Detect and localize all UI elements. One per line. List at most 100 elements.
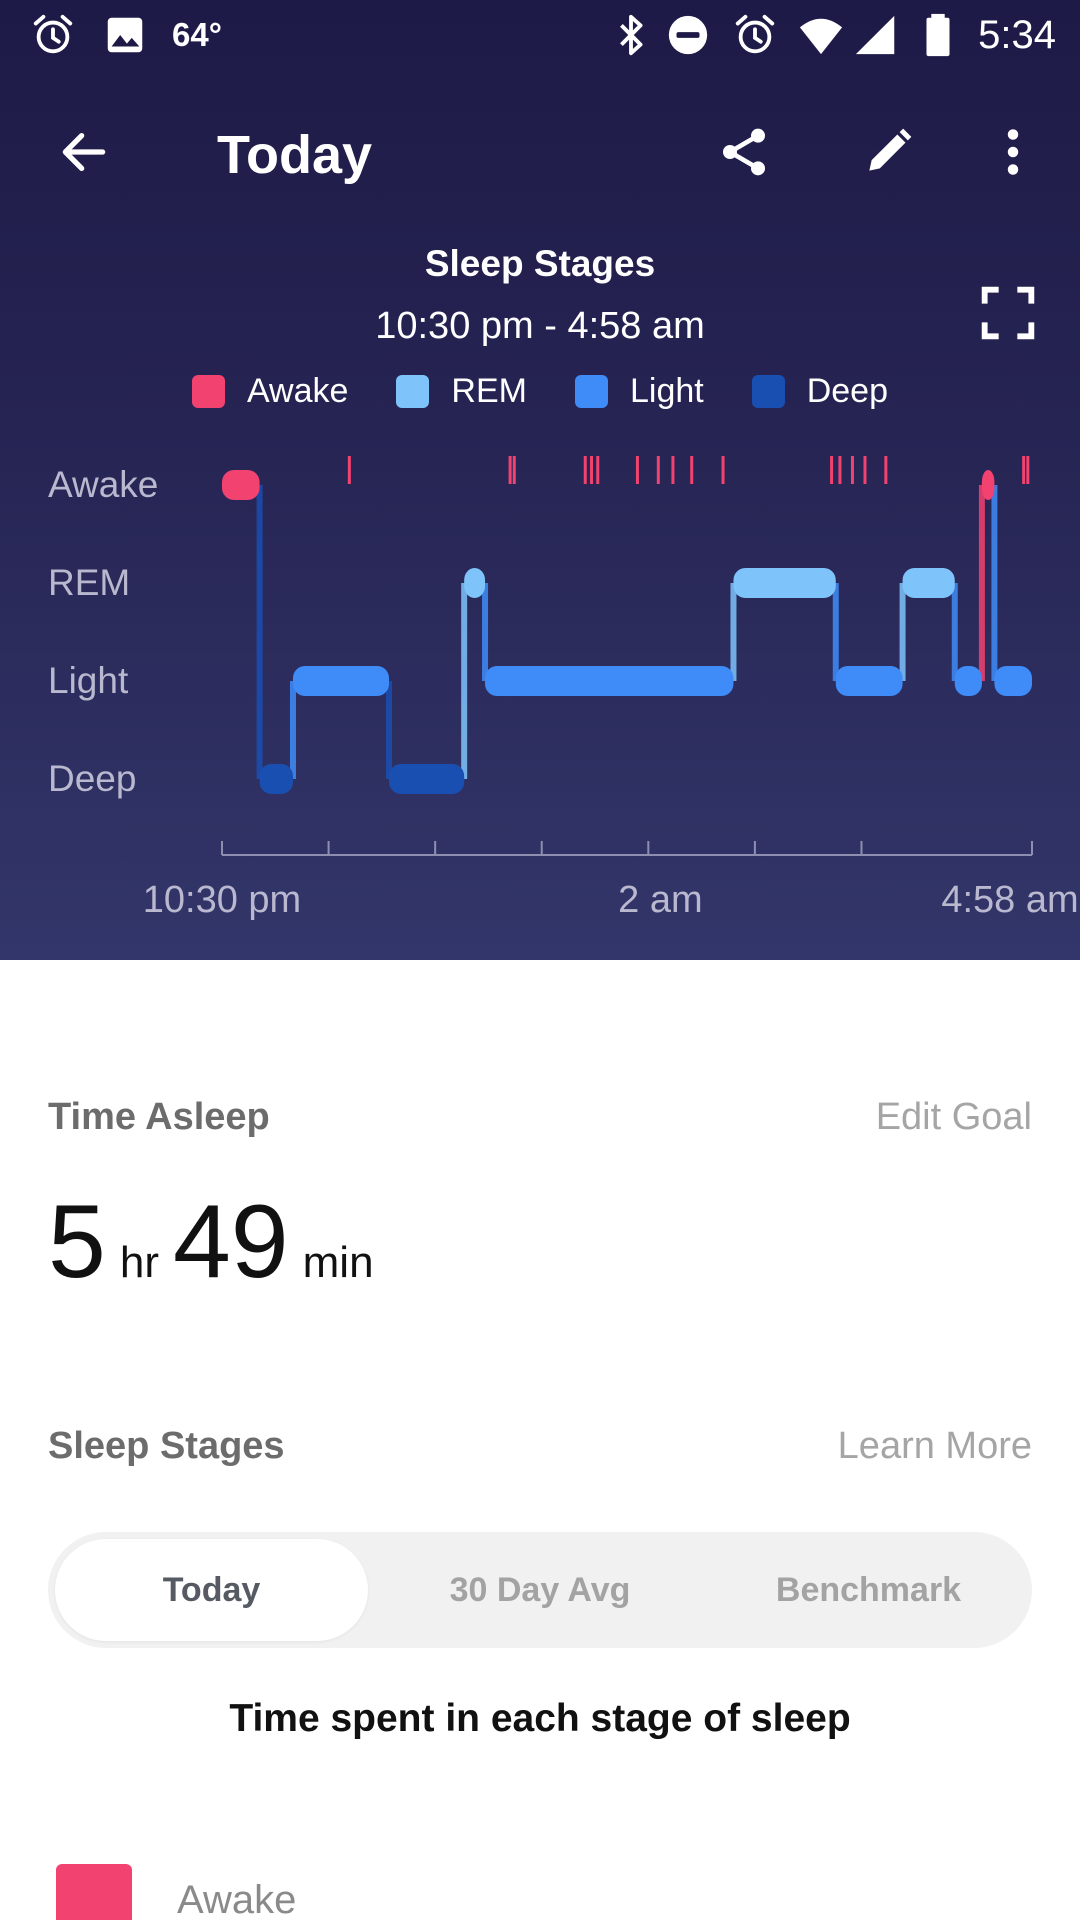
stage-view-tabs: Today 30 Day Avg Benchmark	[48, 1532, 1032, 1648]
legend-label: Deep	[806, 372, 888, 410]
stage-transition	[899, 583, 906, 681]
brief-awakening-mark	[635, 456, 639, 484]
stages-caption: Time spent in each stage of sleep	[229, 1697, 851, 1740]
legend-label: REM	[451, 372, 527, 410]
brief-awakening-mark	[347, 456, 351, 484]
do-not-disturb-icon	[665, 12, 711, 58]
stage-segment-light	[835, 666, 903, 696]
stage-segment-light	[485, 666, 734, 696]
x-tick-label: 2 am	[618, 879, 702, 921]
share-button[interactable]	[706, 114, 782, 190]
share-icon	[723, 128, 765, 176]
legend-item-rem: REM	[396, 372, 527, 411]
image-icon	[102, 12, 148, 58]
back-arrow-icon	[62, 133, 106, 171]
stage-transition	[978, 485, 985, 681]
fullscreen-icon	[981, 286, 1035, 340]
stage-swatch-awake	[56, 1864, 132, 1920]
x-tick-label: 4:58 am	[941, 879, 1078, 921]
stage-segment-deep	[259, 764, 293, 794]
cell-signal-icon	[854, 12, 900, 58]
fullscreen-button[interactable]	[980, 285, 1036, 341]
brief-awakening-mark	[830, 456, 834, 484]
chart-title: Sleep Stages	[424, 243, 656, 284]
legend-item-light: Light	[574, 372, 704, 411]
time-asleep-value: 5 hr 49 min	[48, 1190, 388, 1300]
brief-awakening-mark	[596, 456, 600, 484]
app-bar: Today	[0, 110, 1080, 200]
stage-transition	[461, 583, 468, 779]
brief-awakening-mark	[721, 456, 725, 484]
hours-unit: hr	[119, 1238, 159, 1287]
brief-awakening-mark	[1026, 456, 1030, 484]
tab-today[interactable]: Today	[55, 1539, 368, 1641]
brief-awakening-mark	[512, 456, 516, 484]
legend-label: Light	[629, 372, 704, 410]
stage-segment-light	[292, 666, 390, 696]
alarm-icon	[732, 12, 778, 58]
more-options-button[interactable]	[975, 114, 1051, 190]
page-title: Today	[217, 125, 373, 185]
edit-button[interactable]	[850, 114, 926, 190]
brief-awakening-mark	[884, 456, 888, 484]
minutes-value: 49	[172, 1184, 289, 1300]
stage-transition	[730, 583, 737, 681]
alarm-icon	[30, 12, 76, 58]
legend-item-awake: Awake	[191, 372, 349, 411]
minutes-unit: min	[302, 1238, 374, 1287]
brief-awakening-mark	[656, 456, 660, 484]
learn-more-link[interactable]: Learn More	[838, 1425, 1032, 1468]
sleep-stages-chart: Awake REM Light Deep 10:30 pm 2 am 4:58 am	[48, 456, 1079, 921]
edit-goal-link[interactable]: Edit Goal	[876, 1096, 1032, 1139]
legend-label: Awake	[246, 372, 349, 410]
brief-awakening-mark	[838, 456, 842, 484]
brief-awakening-mark	[671, 456, 675, 484]
y-tick-label: Deep	[48, 758, 136, 799]
stage-segment-rem	[902, 568, 955, 598]
brief-awakening-mark	[863, 456, 867, 484]
stage-transition	[832, 583, 839, 681]
brief-awakening-mark	[690, 456, 694, 484]
temperature-text: 64°	[172, 16, 222, 53]
stage-transition	[289, 681, 296, 779]
sleep-stages-heading: Sleep Stages	[48, 1425, 285, 1467]
tab-30-day-avg[interactable]: 30 Day Avg	[384, 1539, 696, 1641]
brief-awakening-mark	[1022, 456, 1026, 484]
stage-segment-awake	[981, 470, 995, 500]
legend-item-deep: Deep	[751, 372, 888, 411]
clock-text: 5:34	[978, 13, 1056, 57]
stage-transition	[951, 583, 958, 681]
edit-pencil-icon	[869, 128, 912, 171]
legend-swatch-deep	[751, 375, 785, 408]
tab-benchmark[interactable]: Benchmark	[712, 1539, 1025, 1641]
hours-value: 5	[48, 1184, 106, 1300]
stage-transition	[386, 681, 393, 779]
legend-swatch-rem	[396, 375, 430, 408]
back-button[interactable]	[46, 114, 122, 190]
stage-transition	[482, 583, 489, 681]
y-tick-label: Light	[48, 660, 129, 701]
chart-time-range: 10:30 pm - 4:58 am	[375, 305, 705, 347]
brief-awakening-mark	[850, 456, 854, 484]
legend-swatch-awake	[191, 375, 225, 408]
stage-segment-awake	[222, 470, 260, 500]
wifi-icon	[798, 12, 844, 58]
brief-awakening-mark	[590, 456, 594, 484]
time-asleep-heading: Time Asleep	[48, 1096, 270, 1138]
stage-transition	[256, 485, 263, 779]
stage-segment-deep	[389, 764, 465, 794]
status-bar: 64° 5:34	[0, 0, 1080, 75]
brief-awakening-mark	[508, 456, 512, 484]
chart-legend: Awake REM Light Deep	[0, 372, 1080, 411]
stage-transition	[991, 485, 998, 681]
stage-row-awake: Awake	[56, 1862, 1036, 1920]
stage-segment-rem	[464, 568, 486, 598]
battery-icon	[915, 12, 961, 58]
y-tick-label: Awake	[48, 464, 158, 505]
legend-swatch-light	[574, 375, 608, 408]
more-vert-icon	[1007, 129, 1019, 175]
sleep-hero-panel: 64° 5:34 Today Sleep Stages 10:30 pm - 4…	[0, 0, 1080, 960]
stage-label: Awake	[177, 1878, 297, 1920]
stage-segment-rem	[733, 568, 836, 598]
brief-awakening-mark	[583, 456, 587, 484]
